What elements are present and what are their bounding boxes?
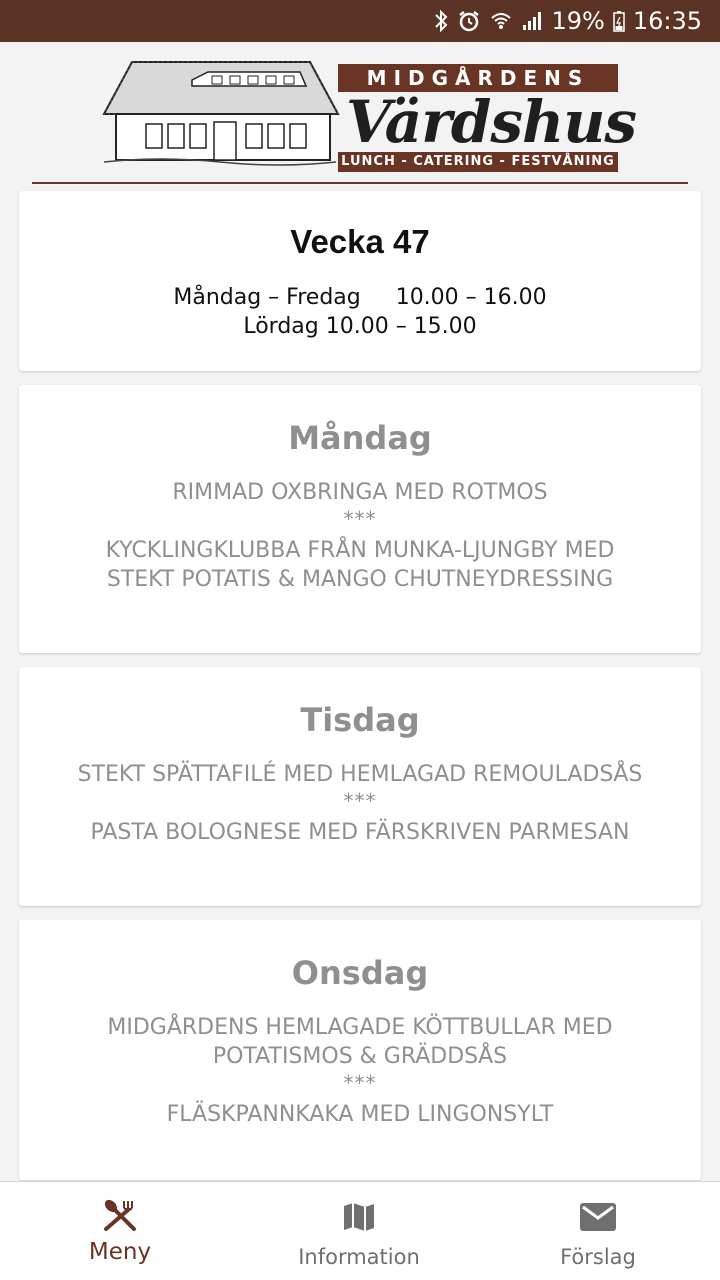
alarm-icon [457, 9, 481, 33]
status-icons: 19% 16:35 [433, 0, 702, 42]
nav-tab-meny[interactable]: Meny [40, 1182, 200, 1280]
week-title: Vecka 47 [290, 223, 430, 260]
map-icon [341, 1200, 377, 1238]
dish-item: POTATISMOS & GRÄDDSÅS [212, 1044, 508, 1069]
nav-tab-forslag[interactable]: Förslag [518, 1182, 678, 1280]
nav-label-information: Information [298, 1245, 420, 1269]
week-card: Vecka 47 Måndag – Fredag 10.00 – 16.00 L… [19, 191, 701, 371]
header-divider [32, 182, 688, 184]
status-bar: 19% 16:35 [0, 0, 720, 42]
dish-item: STEKT SPÄTTAFILÉ MED HEMLAGAD REMOULADSÅ… [77, 762, 643, 787]
bottom-navigation: Meny Information Förslag [0, 1181, 720, 1280]
nav-tab-information[interactable]: Information [259, 1182, 459, 1280]
dish-separator: *** [343, 789, 377, 813]
hours-weekday: Måndag – Fredag 10.00 – 16.00 [173, 285, 547, 310]
signal-icon [521, 10, 543, 32]
logo-script-text: Värdshus [346, 88, 637, 156]
nav-label-meny: Meny [88, 1239, 152, 1265]
mail-icon [579, 1202, 617, 1236]
dish-item: RIMMAD OXBRINGA MED ROTMOS [172, 480, 548, 505]
bluetooth-icon [433, 9, 449, 33]
day-card-wednesday: Onsdag MIDGÅRDENS HEMLAGADE KÖTTBULLAR M… [19, 920, 701, 1180]
app-header: MIDGÅRDENS Värdshus LUNCH - CATERING - F… [0, 42, 720, 184]
day-title: Onsdag [291, 954, 429, 992]
battery-percent: 19% [551, 7, 605, 35]
restaurant-logo: MIDGÅRDENS Värdshus LUNCH - CATERING - F… [100, 50, 637, 174]
day-title: Måndag [288, 419, 432, 457]
house-illustration [102, 61, 340, 166]
day-card-monday: Måndag RIMMAD OXBRINGA MED ROTMOS *** KY… [19, 385, 701, 653]
dish-item: STEKT POTATIS & MANGO CHUTNEYDRESSING [106, 567, 614, 592]
dish-item: FLÄSKPANNKAKA MED LINGONSYLT [166, 1102, 554, 1127]
dish-separator: *** [343, 507, 377, 531]
nav-label-forslag: Förslag [560, 1245, 636, 1269]
dish-item: MIDGÅRDENS HEMLAGADE KÖTTBULLAR MED [107, 1015, 613, 1040]
wifi-icon [489, 9, 513, 33]
dish-item: KYCKLINGKLUBBA FRÅN MUNKA-LJUNGBY MED [105, 538, 615, 563]
dish-item: PASTA BOLOGNESE MED FÄRSKRIVEN PARMESAN [90, 820, 630, 845]
hours-saturday: Lördag 10.00 – 15.00 [243, 314, 477, 339]
day-title: Tisdag [300, 701, 420, 739]
day-card-tuesday: Tisdag STEKT SPÄTTAFILÉ MED HEMLAGAD REM… [19, 667, 701, 906]
battery-icon [613, 10, 625, 32]
logo-tagline: LUNCH - CATERING - FESTVÅNING [338, 152, 618, 172]
fork-knife-icon [102, 1198, 138, 1236]
dish-separator: *** [343, 1071, 377, 1095]
status-time: 16:35 [632, 7, 702, 35]
